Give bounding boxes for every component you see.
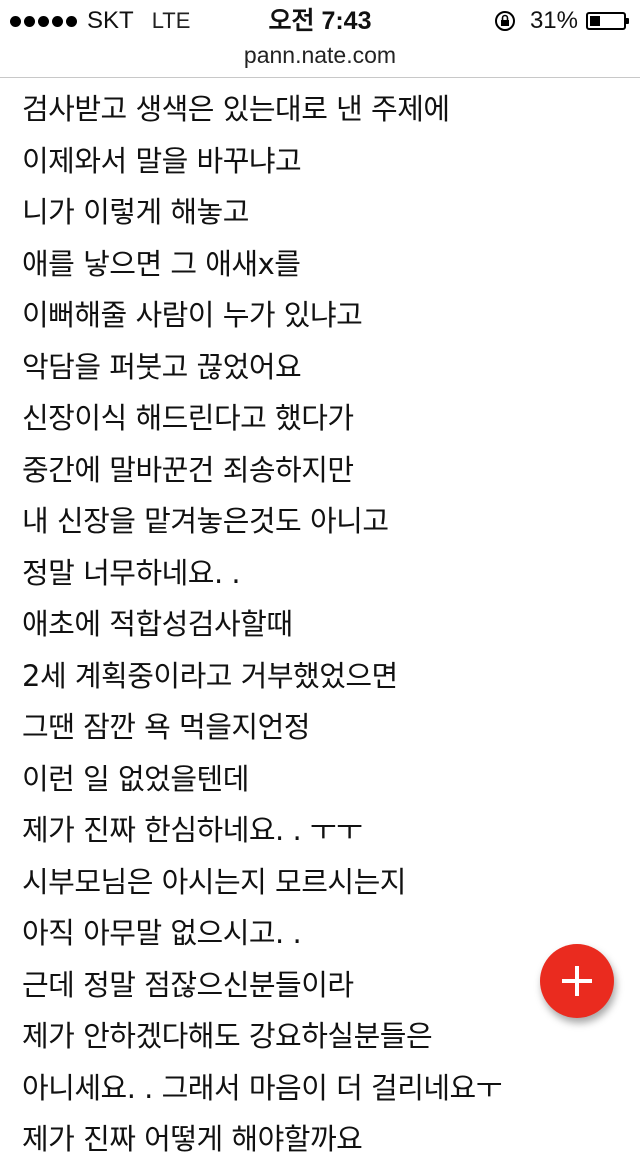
article-line: 정말 너무하네요. . [22, 555, 241, 590]
article-line: 악담을 퍼붓고 끊었어요 [22, 349, 302, 384]
signal-dots-icon [10, 15, 77, 27]
article-line: 중간에 말바꾼건 죄송하지만 [22, 452, 354, 487]
article-line: 근데 정말 점잖으신분들이라 [22, 967, 354, 1002]
article-line: 아직 아무말 없으시고. . [22, 916, 302, 950]
status-right: 31% [494, 6, 629, 36]
article-line: 이런 일 없었을텐데 [22, 761, 249, 796]
orientation-lock-icon [494, 11, 515, 31]
article-line: 제가 진짜 어떻게 해야할까요 [22, 1122, 363, 1156]
article-line: 제가 안하겠다해도 강요하실분들은 [22, 1019, 433, 1053]
carrier-label: SKT [87, 7, 134, 34]
article-line: 아니세요. . 그래서 마음이 더 걸리네요ㅜ [22, 1070, 502, 1105]
article-line: 내 신장을 맡겨놓은것도 아니고 [22, 504, 389, 538]
article-line: 애초에 적합성검사할때 [22, 607, 293, 641]
article-line: 2세 계획중이라고 거부했었으면 [22, 658, 398, 693]
battery-icon [586, 12, 629, 30]
write-post-button[interactable] [540, 944, 614, 1018]
article-line: 그땐 잠깐 욕 먹을지언정 [22, 710, 310, 744]
article-body: 검사받고 생색은 있는대로 낸 주제에이제와서 말을 바꾸냐고니가 이렇게 해놓… [22, 86, 622, 1168]
article-line: 제가 진짜 한심하네요. . ㅜㅜ [22, 813, 363, 847]
article-line: 이제와서 말을 바꾸냐고 [22, 143, 302, 178]
plus-icon [562, 966, 592, 996]
status-bar: SKT LTE 오전 7:43 31% [0, 0, 640, 40]
battery-level [590, 16, 600, 26]
article-line: 검사받고 생색은 있는대로 낸 주제에 [22, 92, 450, 126]
network-type-label: LTE [151, 8, 191, 33]
url-text: pann.nate.com [243, 42, 397, 68]
status-left: SKT LTE [10, 6, 190, 36]
article-line: 애를 낳으면 그 애새x를 [22, 246, 301, 281]
article-line: 이뻐해줄 사람이 누가 있냐고 [22, 298, 363, 332]
address-bar[interactable]: pann.nate.com [0, 40, 640, 78]
article-line: 니가 이렇게 해놓고 [22, 195, 249, 229]
battery-percent: 31% [529, 7, 578, 34]
article-line: 신장이식 해드린다고 했다가 [22, 401, 354, 435]
article-line: 시부모님은 아시는지 모르시는지 [22, 864, 406, 899]
